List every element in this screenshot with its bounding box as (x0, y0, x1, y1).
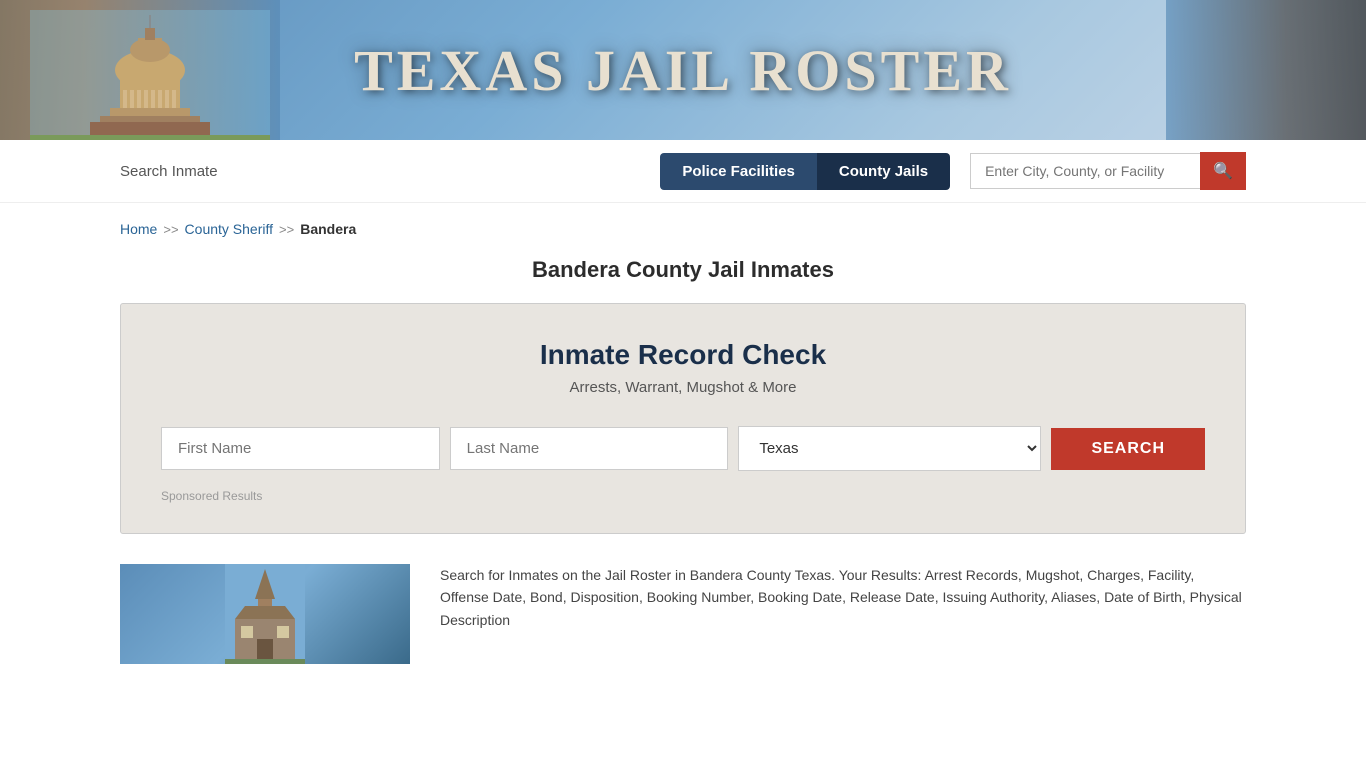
site-banner: Texas Jail Roster (0, 0, 1366, 140)
breadcrumb: Home >> County Sheriff >> Bandera (0, 203, 1366, 247)
location-image-inner (120, 564, 410, 664)
record-search-button[interactable]: SEARCH (1051, 428, 1205, 470)
facility-search-input[interactable] (970, 153, 1200, 189)
tab-police-facilities[interactable]: Police Facilities (660, 153, 817, 190)
banner-bg-right (1166, 0, 1366, 140)
record-check-title: Inmate Record Check (161, 339, 1205, 371)
tab-county-jails[interactable]: County Jails (817, 153, 950, 190)
facility-search-button[interactable]: 🔍 (1200, 152, 1246, 190)
page-title-section: Bandera County Jail Inmates (0, 247, 1366, 303)
nav-tabs: Police Facilities County Jails (660, 153, 950, 190)
nav-search-wrapper: 🔍 (970, 152, 1246, 190)
breadcrumb-sep-2: >> (279, 222, 294, 237)
record-check-subtitle: Arrests, Warrant, Mugshot & More (161, 379, 1205, 396)
search-inmate-label: Search Inmate (120, 163, 640, 180)
bottom-description: Search for Inmates on the Jail Roster in… (440, 564, 1246, 631)
last-name-input[interactable] (450, 427, 729, 470)
record-check-form: AlabamaAlaskaArizonaArkansasCaliforniaCo… (161, 426, 1205, 471)
search-icon: 🔍 (1213, 161, 1233, 181)
record-check-box: Inmate Record Check Arrests, Warrant, Mu… (120, 303, 1246, 534)
breadcrumb-current: Bandera (300, 221, 356, 237)
banner-title: Texas Jail Roster (354, 37, 1012, 104)
capitol-image (30, 10, 270, 140)
state-select[interactable]: AlabamaAlaskaArizonaArkansasCaliforniaCo… (738, 426, 1041, 471)
navbar: Search Inmate Police Facilities County J… (0, 140, 1366, 203)
location-image (120, 564, 410, 664)
page-title: Bandera County Jail Inmates (20, 257, 1346, 283)
breadcrumb-home[interactable]: Home (120, 221, 157, 237)
first-name-input[interactable] (161, 427, 440, 470)
breadcrumb-sep-1: >> (163, 222, 178, 237)
bottom-section: Search for Inmates on the Jail Roster in… (0, 554, 1366, 674)
church-steeple-icon (225, 564, 305, 664)
sponsored-label: Sponsored Results (161, 489, 1205, 503)
breadcrumb-county-sheriff[interactable]: County Sheriff (185, 221, 273, 237)
